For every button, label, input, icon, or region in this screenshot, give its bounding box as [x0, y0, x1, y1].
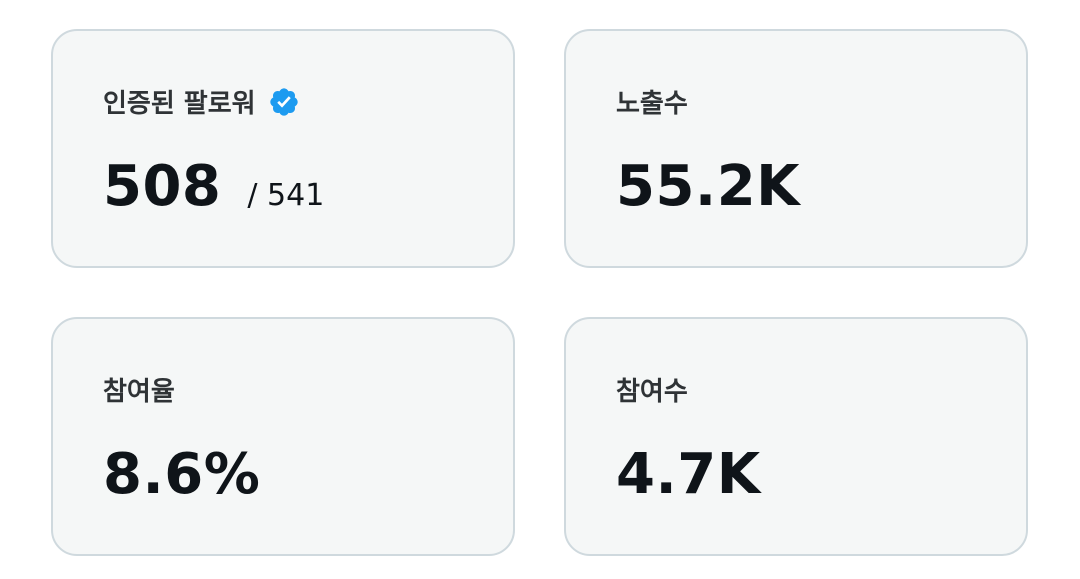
engagement-rate-card[interactable]: 참여율 8.6% [51, 317, 515, 556]
impressions-card[interactable]: 노출수 55.2K [564, 29, 1028, 268]
verified-followers-label: 인증된 팔로워 [103, 89, 256, 119]
verified-followers-card[interactable]: 인증된 팔로워 508 / 541 [51, 29, 515, 268]
impressions-value: 55.2K [616, 154, 801, 219]
engagements-value: 4.7K [616, 442, 761, 507]
verified-followers-label-row: 인증된 팔로워 [103, 83, 300, 120]
verified-followers-total: / 541 [247, 178, 325, 213]
verified-followers-value-row: 508 / 541 [103, 159, 324, 215]
impressions-label: 노출수 [616, 89, 688, 119]
engagements-card[interactable]: 참여수 4.7K [564, 317, 1028, 556]
verified-badge-icon [268, 86, 300, 118]
engagements-label: 참여수 [616, 377, 688, 407]
engagement-rate-value: 8.6% [103, 442, 261, 507]
verified-followers-value: 508 [103, 154, 222, 219]
engagement-rate-label: 참여율 [103, 377, 175, 407]
engagement-rate-value-row: 8.6% [103, 447, 260, 503]
impressions-value-row: 55.2K [616, 159, 800, 215]
engagements-value-row: 4.7K [616, 447, 761, 503]
